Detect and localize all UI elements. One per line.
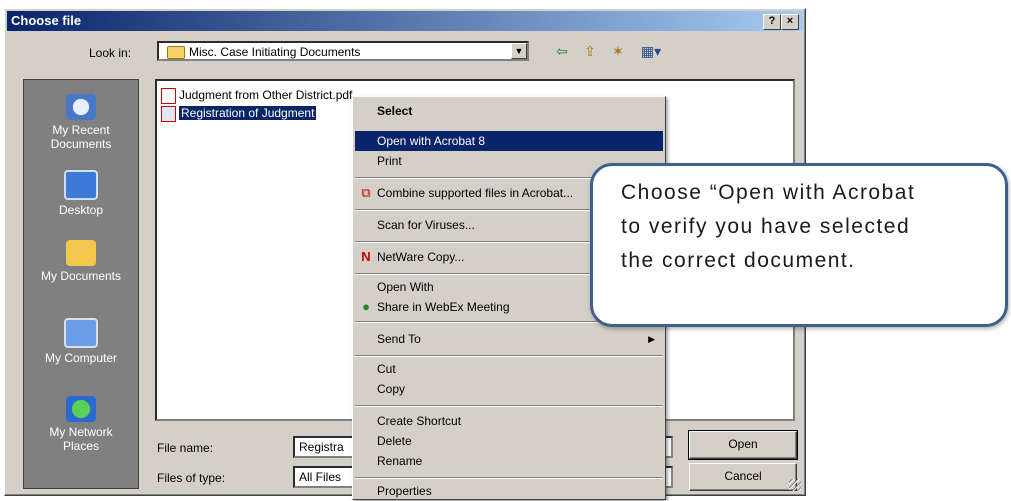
menu-item-rename[interactable]: Rename <box>355 451 663 471</box>
my-computer-icon <box>64 318 98 348</box>
title-bar: Choose file ? × <box>7 11 803 31</box>
place-label: My Recent Documents <box>50 123 112 151</box>
menu-item-label: Open with Acrobat 8 <box>377 134 486 148</box>
back-icon[interactable]: ⇦ <box>553 43 571 59</box>
netware-icon: N <box>361 249 371 264</box>
up-folder-icon[interactable]: ⇪ <box>581 43 599 59</box>
close-button[interactable]: × <box>781 14 799 30</box>
place-recent-documents[interactable]: My Recent Documents <box>24 94 138 151</box>
menu-item-label: Scan for Viruses... <box>377 218 475 232</box>
file-name-label: File name: <box>157 441 214 455</box>
menu-item-label: Cut <box>377 362 396 376</box>
menu-item-cut[interactable]: Cut <box>355 359 663 379</box>
menu-item-copy[interactable]: Copy <box>355 379 663 399</box>
menu-separator <box>355 405 663 407</box>
menu-item-label: Copy <box>377 382 406 396</box>
menu-item-label: NetWare Copy... <box>377 250 465 264</box>
menu-item-label: Select <box>377 104 413 118</box>
menu-item-create-shortcut[interactable]: Create Shortcut <box>355 411 663 431</box>
folder-icon <box>167 46 185 59</box>
submenu-arrow-icon: ▶ <box>648 334 655 344</box>
my-documents-icon <box>66 240 96 266</box>
place-my-documents[interactable]: My Documents <box>24 240 138 283</box>
pdf-file-icon <box>161 106 176 122</box>
menu-item-properties[interactable]: Properties <box>355 481 663 501</box>
menu-item-label: Combine supported files in Acrobat... <box>377 186 574 200</box>
place-my-computer[interactable]: My Computer <box>24 318 138 365</box>
file-name: Judgment from Other District.pdf <box>179 88 353 102</box>
menu-item-label: Share in WebEx Meeting <box>377 300 510 314</box>
look-in-combo[interactable]: Misc. Case Initiating Documents ▼ <box>157 41 529 61</box>
look-in-value: Misc. Case Initiating Documents <box>189 45 361 59</box>
file-name: Registration of Judgment <box>179 106 317 120</box>
menu-separator <box>355 355 663 357</box>
menu-item-label: Send To <box>377 332 421 346</box>
acrobat-combine-icon: ⧉ <box>361 185 371 200</box>
webex-icon: ● <box>362 299 370 314</box>
instruction-callout: Choose “Open with Acrobat to verify you … <box>590 163 1008 327</box>
menu-item-delete[interactable]: Delete <box>355 431 663 451</box>
place-network-places[interactable]: My Network Places <box>24 396 138 453</box>
help-button[interactable]: ? <box>763 14 781 30</box>
place-desktop[interactable]: Desktop <box>24 170 138 217</box>
recent-documents-icon <box>66 94 96 120</box>
list-item[interactable]: Registration of Judgment <box>159 105 317 122</box>
menu-separator <box>355 477 663 479</box>
places-bar: My Recent Documents Desktop My Documents… <box>23 79 139 489</box>
menu-item-open-with-acrobat[interactable]: Open with Acrobat 8 <box>355 131 663 151</box>
open-button[interactable]: Open <box>688 430 798 460</box>
menu-item-label: Delete <box>377 434 412 448</box>
menu-item-label: Print <box>377 154 402 168</box>
menu-item-select[interactable]: Select <box>355 101 663 121</box>
menu-item-label: Open With <box>377 280 434 294</box>
place-label: My Computer <box>44 351 118 365</box>
cancel-button[interactable]: Cancel <box>689 463 797 491</box>
new-folder-icon[interactable]: ✶ <box>609 43 627 59</box>
menu-item-send-to[interactable]: Send To ▶ <box>355 329 663 349</box>
list-item[interactable]: Judgment from Other District.pdf <box>159 87 353 104</box>
file-type-label: Files of type: <box>157 471 226 485</box>
place-label: My Documents <box>40 269 122 283</box>
pdf-file-icon <box>161 88 176 104</box>
chevron-down-icon[interactable]: ▼ <box>511 43 527 59</box>
view-menu-icon[interactable]: ▦▾ <box>637 43 665 59</box>
menu-item-label: Create Shortcut <box>377 414 462 428</box>
look-in-label: Look in: <box>89 46 132 60</box>
place-label: My Network Places <box>49 425 113 453</box>
place-label: Desktop <box>58 203 104 217</box>
menu-item-label: Properties <box>377 484 432 498</box>
network-places-icon <box>66 396 96 422</box>
desktop-icon <box>64 170 98 200</box>
resize-grip[interactable] <box>789 479 801 491</box>
callout-text: Choose “Open with Acrobat to verify you … <box>621 181 916 272</box>
dialog-title: Choose file <box>11 13 82 28</box>
menu-item-label: Rename <box>377 454 423 468</box>
